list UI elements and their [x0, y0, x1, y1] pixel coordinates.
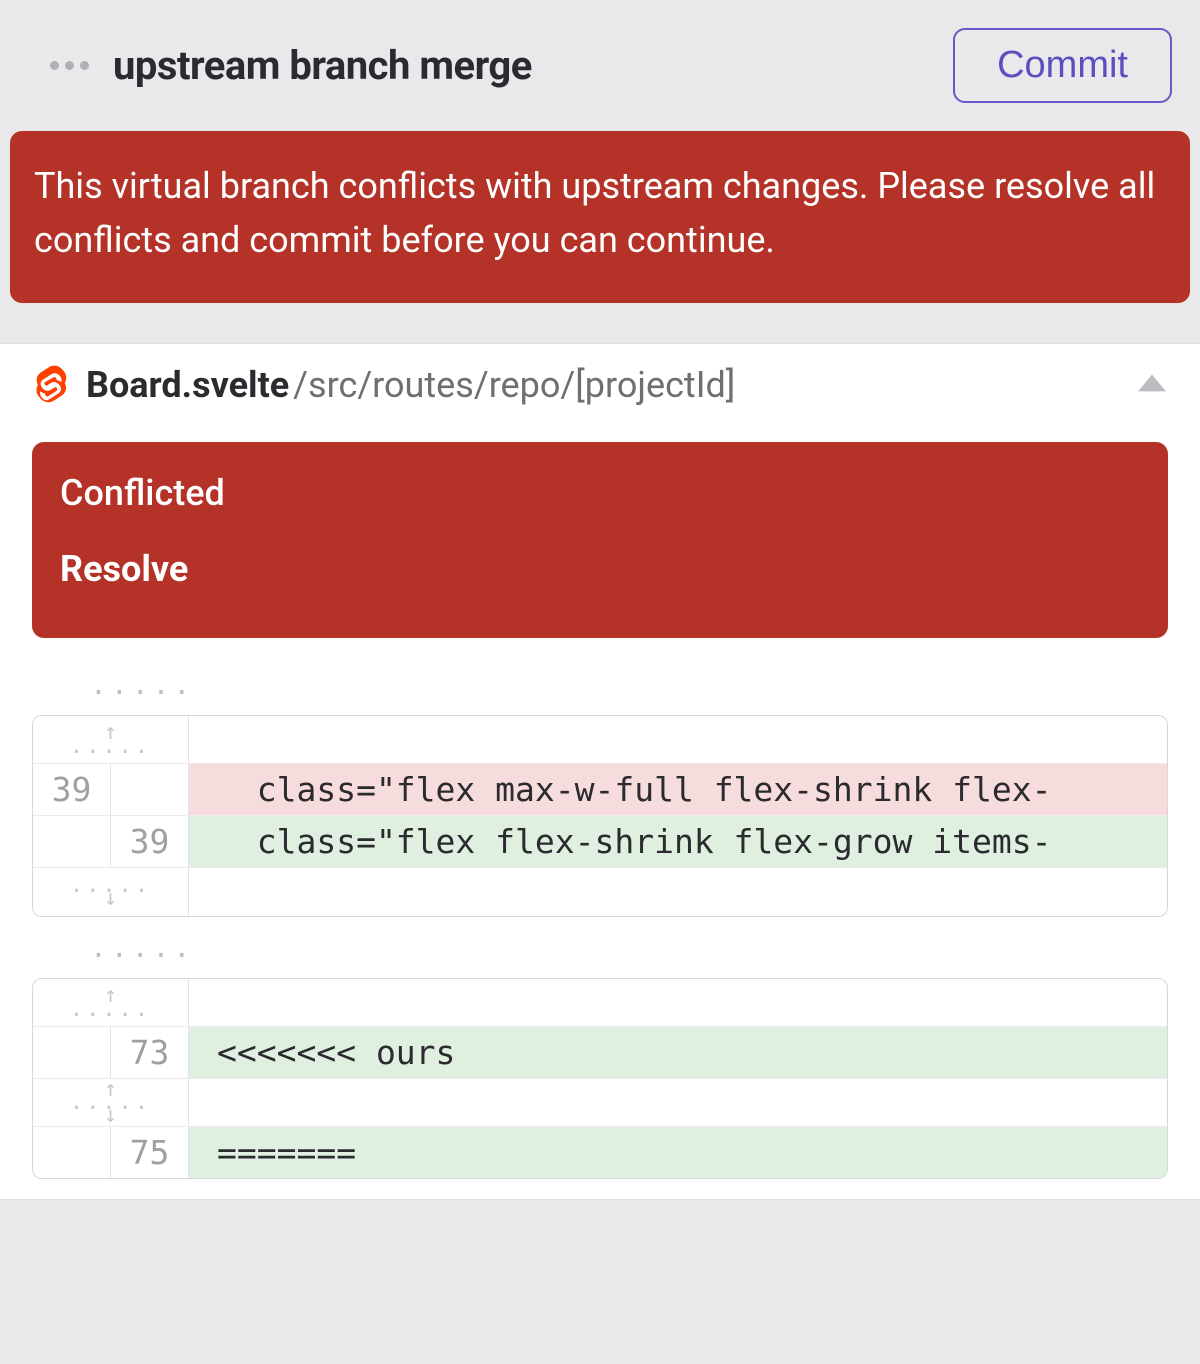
diff-code: =======: [189, 1127, 1167, 1178]
file-name: Board.svelte: [86, 364, 289, 406]
diff-hunk: ↑.....39 class="flex max-w-full flex-shr…: [32, 715, 1168, 917]
diff-line: 39 class="flex max-w-full flex-shrink fl…: [33, 764, 1167, 816]
diff-code: [189, 1079, 1167, 1126]
gutter-old-line: [33, 1127, 111, 1178]
diff-line: ↑.....↓: [33, 1079, 1167, 1127]
conflict-status-box: Conflicted Resolve: [32, 442, 1168, 638]
file-path: /src/routes/repo/[projectId]: [293, 364, 735, 406]
gutter-new-line: [111, 764, 189, 815]
diff-code: class="flex max-w-full flex-shrink flex-: [189, 764, 1167, 815]
diff-code: <<<<<<< ours: [189, 1027, 1167, 1078]
diff-line: ↑.....: [33, 979, 1167, 1027]
diff-code: class="flex flex-shrink flex-grow items-: [189, 816, 1167, 867]
gutter-old-line: [33, 816, 111, 867]
resolve-button[interactable]: Resolve: [60, 548, 1140, 590]
commit-button[interactable]: Commit: [953, 28, 1172, 103]
diff-line: .....↓: [33, 868, 1167, 916]
diff-code: [189, 979, 1167, 1026]
branch-title: upstream branch merge: [113, 42, 929, 89]
svelte-file-icon: [34, 365, 68, 405]
diff-line: ↑.....: [33, 716, 1167, 764]
expand-context-icon[interactable]: ↑.....: [33, 716, 189, 763]
gutter-new-line: 75: [111, 1127, 189, 1178]
gutter-old-line: 39: [33, 764, 111, 815]
more-icon[interactable]: [50, 61, 89, 70]
gutter-new-line: 73: [111, 1027, 189, 1078]
diff-code: [189, 868, 1167, 916]
expand-context-icon[interactable]: ↑.....↓: [33, 1079, 189, 1126]
expand-context-icon[interactable]: .....↓: [33, 868, 189, 916]
conflict-alert: This virtual branch conflicts with upstr…: [10, 131, 1190, 303]
diff-line: 75=======: [33, 1127, 1167, 1178]
hunk-separator: .....: [32, 654, 1168, 715]
conflicted-label: Conflicted: [60, 472, 1140, 514]
file-header[interactable]: Board.svelte /src/routes/repo/[projectId…: [0, 344, 1200, 426]
collapse-up-icon[interactable]: [1138, 374, 1166, 396]
gutter-new-line: 39: [111, 816, 189, 867]
diff-code: [189, 716, 1167, 763]
diff-line: 73<<<<<<< ours: [33, 1027, 1167, 1079]
diff-line: 39 class="flex flex-shrink flex-grow ite…: [33, 816, 1167, 868]
diff-hunk: ↑.....73<<<<<<< ours↑.....↓75=======: [32, 978, 1168, 1179]
expand-context-icon[interactable]: ↑.....: [33, 979, 189, 1026]
gutter-old-line: [33, 1027, 111, 1078]
file-section: Board.svelte /src/routes/repo/[projectId…: [0, 343, 1200, 1200]
hunk-separator: .....: [32, 917, 1168, 978]
